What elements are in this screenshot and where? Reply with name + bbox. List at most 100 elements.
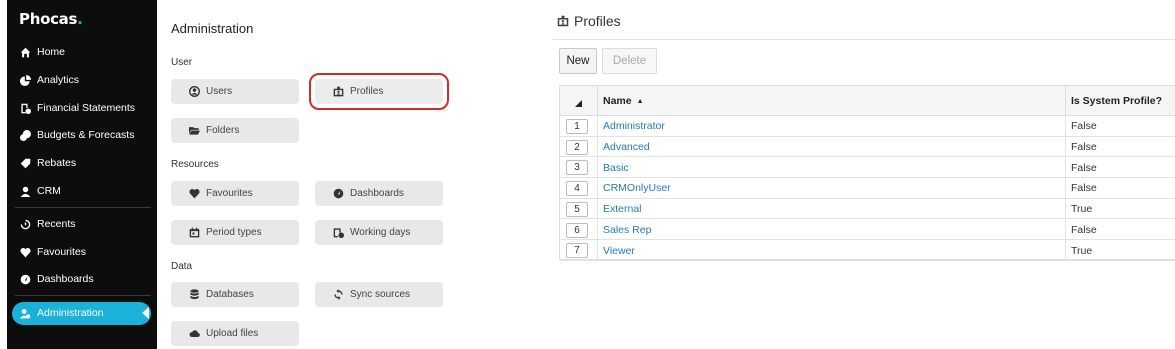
system-profile-value: False [1065, 178, 1175, 199]
sidebar-divider [15, 295, 151, 296]
budgets-icon [18, 128, 32, 142]
column-header-name[interactable]: Name ▲ [597, 86, 1065, 116]
sidebar-item-label: Home [37, 46, 66, 58]
sidebar-item-budgets-forecasts[interactable]: Budgets & Forecasts [7, 122, 157, 148]
users-tile[interactable]: Users [171, 79, 299, 104]
profiles-title: Profiles [557, 13, 621, 29]
row-number: 1 [566, 119, 588, 134]
calendar-icon [187, 226, 201, 240]
sidebar-item-dashboards[interactable]: Dashboards [7, 266, 157, 292]
table-row[interactable]: 6 Sales Rep False [560, 219, 1175, 241]
grid-corner-select-all[interactable] [560, 86, 597, 116]
profile-name-link[interactable]: Viewer [597, 240, 1065, 261]
dashboards-tile[interactable]: Dashboards [315, 181, 443, 206]
cloud-upload-icon [187, 327, 201, 341]
sync-sources-tile[interactable]: Sync sources [315, 282, 443, 307]
favourites-tile[interactable]: Favourites [171, 181, 299, 206]
sort-ascending-icon: ▲ [636, 97, 644, 105]
folders-tile[interactable]: Folders [171, 118, 299, 143]
tile-label: Period types [206, 227, 262, 238]
id-badge-icon [557, 15, 569, 27]
delete-button[interactable]: Delete [602, 48, 657, 74]
sidebar-item-label: Financial Statements [37, 102, 136, 114]
profile-name-link[interactable]: Administrator [597, 116, 1065, 137]
active-pointer-arrow [142, 307, 149, 319]
new-button[interactable]: New [559, 48, 597, 74]
profiles-tile[interactable]: Profiles [309, 73, 449, 110]
sidebar-item-home[interactable]: Home [7, 39, 157, 65]
sidebar-divider [15, 207, 151, 208]
tile-label: Users [206, 86, 233, 97]
corner-triangle-icon [575, 99, 582, 107]
sidebar-item-crm[interactable]: CRM [7, 178, 157, 204]
history-icon [18, 217, 32, 231]
row-number: 3 [566, 160, 588, 176]
sidebar-item-financial-statements[interactable]: Financial Statements [7, 95, 157, 121]
database-icon [187, 288, 201, 302]
sidebar-item-rebates[interactable]: Rebates [7, 150, 157, 176]
databases-tile[interactable]: Databases [171, 282, 299, 307]
table-row[interactable]: 7 Viewer True [560, 240, 1175, 261]
table-row[interactable]: 3 Basic False [560, 157, 1175, 179]
row-number: 6 [566, 222, 588, 238]
sidebar-item-label: Rebates [37, 157, 77, 169]
profile-name-link[interactable]: Advanced [597, 136, 1065, 158]
heart-icon [187, 187, 201, 201]
tile-label: Working days [350, 227, 411, 238]
pie-chart-icon [18, 73, 32, 87]
tile-label: Folders [206, 125, 240, 136]
sidebar-item-label: Recents [37, 218, 76, 230]
section-label-resources: Resources [171, 159, 219, 170]
system-profile-value: False [1065, 219, 1175, 241]
table-row[interactable]: 1 Administrator False [560, 116, 1175, 137]
system-profile-value: False [1065, 136, 1175, 158]
upload-files-tile[interactable]: Upload files [171, 321, 299, 346]
section-label-data: Data [171, 261, 193, 272]
table-row[interactable]: 4 CRMOnlyUser False [560, 178, 1175, 199]
page-title: Administration [171, 21, 254, 36]
sidebar-item-recents[interactable]: Recents [7, 211, 157, 237]
column-header-label: Is System Profile? [1071, 95, 1163, 107]
sidebar-item-label: CRM [37, 185, 61, 197]
crm-person-icon [18, 184, 32, 198]
rebates-tag-icon [18, 156, 32, 170]
gauge-icon [18, 272, 32, 286]
sidebar-item-favourites[interactable]: Favourites [7, 239, 157, 265]
profile-name-link[interactable]: Basic [597, 157, 1065, 179]
admin-users-icon [18, 306, 32, 320]
tile-label: Upload files [206, 328, 259, 339]
table-row[interactable]: 5 External True [560, 198, 1175, 220]
gauge-icon [331, 187, 345, 201]
row-number: 2 [566, 139, 588, 155]
profile-name-link[interactable]: CRMOnlyUser [597, 178, 1065, 199]
row-number: 4 [566, 181, 588, 197]
section-label-user: User [171, 57, 193, 68]
heart-icon [18, 245, 32, 259]
working-days-tile[interactable]: Working days [315, 220, 443, 245]
user-circle-icon [187, 85, 201, 99]
profiles-title-text: Profiles [574, 13, 621, 29]
grid-header: Name ▲ Is System Profile? [560, 86, 1175, 116]
tile-label: Databases [206, 289, 254, 300]
tile-label: Dashboards [350, 188, 404, 199]
sync-icon [331, 288, 345, 302]
tile-label: Favourites [206, 188, 253, 199]
phocas-logo[interactable]: Phocas. [19, 10, 83, 28]
system-profile-value: True [1065, 198, 1175, 220]
system-profile-value: True [1065, 240, 1175, 261]
system-profile-value: False [1065, 157, 1175, 179]
working-days-icon [331, 226, 345, 240]
row-number: 5 [566, 201, 588, 217]
period-types-tile[interactable]: Period types [171, 220, 299, 245]
row-number: 7 [566, 243, 588, 259]
home-icon [18, 45, 32, 59]
sidebar-item-administration[interactable]: Administration [7, 300, 157, 326]
sidebar-item-label: Dashboards [37, 273, 94, 285]
table-row[interactable]: 2 Advanced False [560, 136, 1175, 158]
column-header-system-profile[interactable]: Is System Profile? [1065, 86, 1175, 116]
sidebar-item-analytics[interactable]: Analytics [7, 67, 157, 93]
tile-label: Profiles [350, 86, 384, 97]
id-badge-icon [331, 85, 345, 99]
profile-name-link[interactable]: Sales Rep [597, 219, 1065, 241]
profile-name-link[interactable]: External [597, 198, 1065, 220]
